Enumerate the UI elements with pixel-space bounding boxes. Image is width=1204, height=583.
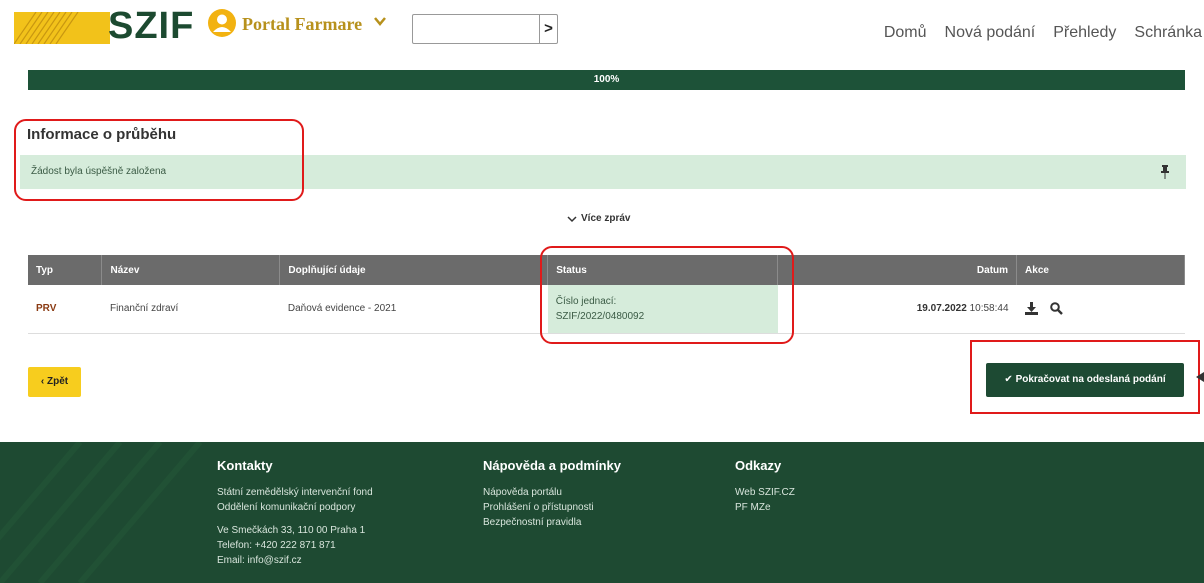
search-submit-button[interactable]: >	[539, 15, 557, 43]
szif-logo-stripes-icon[interactable]	[14, 12, 110, 44]
column-header-typ[interactable]: Typ	[28, 255, 103, 285]
footer: Kontakty Státní zemědělský intervenční f…	[0, 442, 1204, 583]
cell-status: Číslo jednací: SZIF/2022/0480092	[547, 285, 778, 334]
column-header-nazev[interactable]: Název	[101, 255, 281, 285]
continue-button-label: Pokračovat na odeslaná podání	[1015, 374, 1166, 385]
datum-time: 10:58:44	[969, 303, 1009, 315]
cell-typ: PRV	[28, 285, 102, 334]
footer-phone: Telefon: +420 222 871 871	[217, 540, 336, 551]
portal-name[interactable]: Portal Farmare	[242, 14, 362, 35]
download-icon[interactable]	[1024, 302, 1038, 316]
nav-item-schranka[interactable]: Schránka	[1134, 24, 1202, 42]
datum-date: 19.07.2022	[916, 303, 967, 315]
cell-datum: 19.07.2022 10:58:44	[777, 285, 1017, 334]
footer-email[interactable]: Email: info@szif.cz	[217, 553, 373, 568]
chevron-down-icon	[567, 215, 577, 222]
back-button[interactable]: ‹ Zpět	[28, 367, 81, 397]
user-avatar-icon[interactable]	[208, 9, 236, 37]
header: SZIF Portal Farmare > Domů Nová podání P…	[0, 0, 1204, 60]
footer-contacts-line: Oddělení komunikační podpory	[217, 502, 356, 513]
szif-logo-text[interactable]: SZIF	[108, 6, 194, 46]
table-row: PRV Finanční zdraví Daňová evidence - 20…	[28, 285, 1185, 334]
nav-item-domu[interactable]: Domů	[884, 24, 927, 42]
progress-bar: 100%	[28, 70, 1185, 90]
footer-contacts: Kontakty Státní zemědělský intervenční f…	[217, 458, 373, 568]
footer-link-napoveda[interactable]: Nápověda portálu	[483, 485, 621, 500]
cell-doplnujici: Daňová evidence - 2021	[279, 285, 548, 334]
more-messages-toggle[interactable]: Více zpráv	[567, 213, 630, 224]
footer-links: Odkazy Web SZIF.CZ PF MZe	[735, 458, 795, 515]
search-icon[interactable]	[1049, 302, 1063, 316]
footer-address: Ve Smečkách 33, 110 00 Praha 1	[217, 525, 366, 536]
search-box: >	[412, 14, 558, 44]
column-header-akce: Akce	[1016, 255, 1185, 285]
success-message: Žádost byla úspěšně založena	[20, 155, 1186, 189]
footer-link-bezpecnost[interactable]: Bezpečnostní pravidla	[483, 515, 621, 530]
more-messages-label: Více zpráv	[581, 213, 631, 224]
search-input[interactable]	[414, 16, 540, 42]
progress-label: 100%	[593, 74, 620, 85]
footer-link-pristupnost[interactable]: Prohlášení o přístupnosti	[483, 500, 621, 515]
checkmark-icon: ✔	[1004, 374, 1013, 385]
table-header-row: Typ Název Doplňující údaje Status Datum …	[28, 255, 1185, 285]
footer-link-pf-mze[interactable]: PF MZe	[735, 500, 795, 515]
column-header-datum[interactable]: Datum	[777, 255, 1018, 285]
top-navigation: Domů Nová podání Přehledy Schránka	[884, 24, 1202, 42]
status-reference-number: SZIF/2022/0480092	[555, 310, 645, 322]
chevron-down-icon[interactable]	[373, 14, 387, 28]
cell-nazev: Finanční zdraví	[101, 285, 280, 334]
cell-akce	[1016, 285, 1185, 334]
footer-help-title: Nápověda a podmínky	[483, 458, 621, 473]
info-section-title: Informace o průběhu	[27, 126, 177, 143]
chevron-left-icon: ‹	[40, 376, 45, 387]
column-header-status[interactable]: Status	[547, 255, 779, 285]
footer-help: Nápověda a podmínky Nápověda portálu Pro…	[483, 458, 621, 530]
footer-link-web-szif[interactable]: Web SZIF.CZ	[735, 485, 795, 500]
annotation-arrow-icon	[1196, 372, 1204, 382]
footer-contacts-line: Státní zemědělský intervenční fond	[217, 487, 373, 498]
footer-links-title: Odkazy	[735, 458, 782, 473]
back-button-label: Zpět	[47, 376, 69, 387]
continue-to-submitted-button[interactable]: ✔ Pokračovat na odeslaná podání	[986, 363, 1184, 397]
nav-item-nova-podani[interactable]: Nová podání	[945, 24, 1036, 42]
submissions-table: Typ Název Doplňující údaje Status Datum …	[28, 255, 1185, 334]
success-message-text: Žádost byla úspěšně založena	[31, 166, 167, 177]
column-header-doplnujici[interactable]: Doplňující údaje	[279, 255, 549, 285]
footer-contacts-title: Kontakty	[217, 458, 273, 473]
status-label: Číslo jednací:	[555, 295, 617, 307]
pin-icon[interactable]	[1160, 165, 1170, 179]
nav-item-prehledy[interactable]: Přehledy	[1053, 24, 1116, 42]
